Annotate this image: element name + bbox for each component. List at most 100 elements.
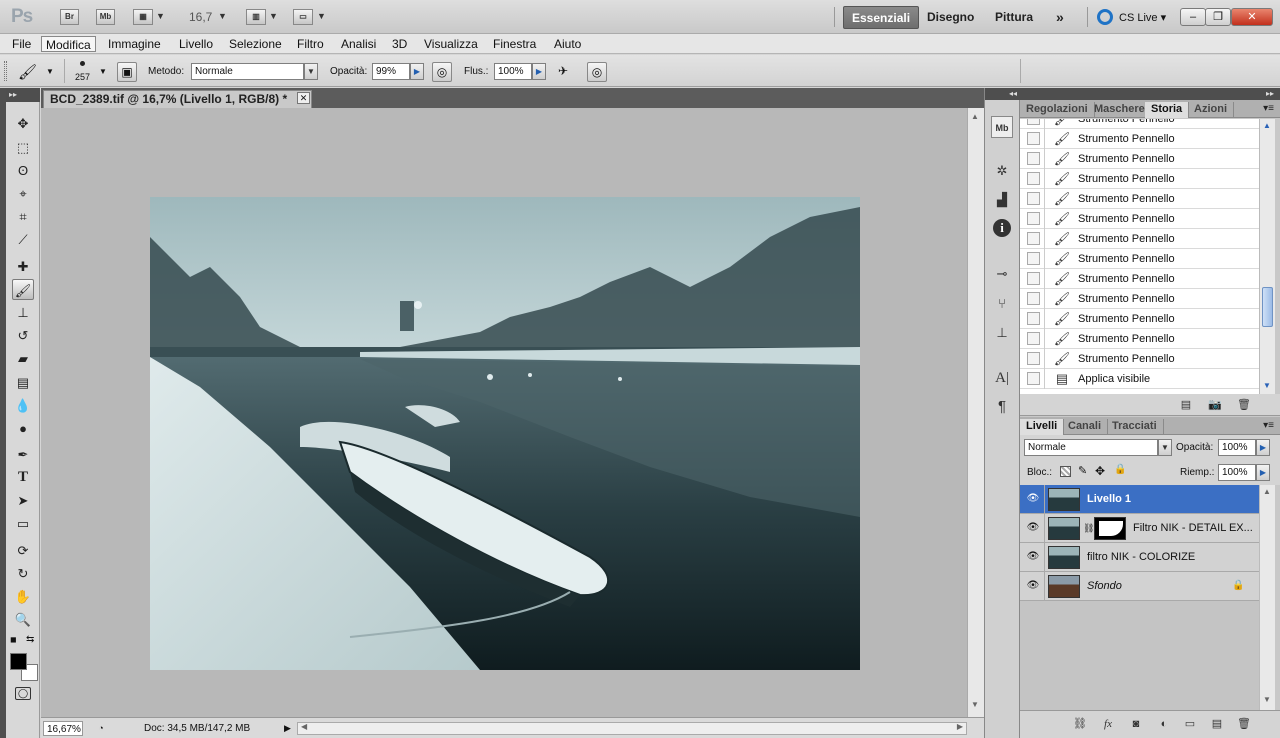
history-snapshot-checkbox[interactable] <box>1027 352 1040 365</box>
lock-all-icon[interactable]: 🔒 <box>1114 464 1126 475</box>
brush-panel-icon[interactable]: ⑂ <box>991 293 1013 315</box>
grip-handle[interactable] <box>4 61 7 81</box>
history-snapshot-checkbox[interactable] <box>1027 132 1040 145</box>
menu-file[interactable]: File <box>8 36 35 52</box>
brush-presets-panel-icon[interactable]: ⊸ <box>991 263 1013 285</box>
layer-row[interactable]: 👁 filtro NIK - COLORIZE <box>1020 543 1259 572</box>
hand-tool-icon[interactable]: ✋ <box>12 586 34 607</box>
history-item[interactable]: 🖌 Strumento Pennello <box>1020 309 1259 329</box>
layer-blend-mode-select[interactable]: Normale <box>1024 439 1158 456</box>
tool-preset-dropdown-icon[interactable]: ▼ <box>46 67 54 76</box>
history-snapshot-checkbox[interactable] <box>1027 312 1040 325</box>
shape-tool-icon[interactable]: ▭ <box>12 513 34 534</box>
foreground-color-swatch[interactable] <box>10 653 27 670</box>
opacity-slider-icon[interactable]: ▶ <box>410 63 424 80</box>
minimize-button[interactable]: – <box>1180 8 1206 26</box>
cslive-menu[interactable]: CS Live ▾ <box>1119 11 1166 24</box>
visibility-eye-icon[interactable]: 👁 <box>1026 551 1040 563</box>
menu-analisi[interactable]: Analisi <box>337 36 380 52</box>
tab-maschere[interactable]: Maschere <box>1088 102 1152 118</box>
clone-stamp-tool-icon[interactable]: ⊥ <box>12 302 34 323</box>
history-item[interactable]: 🖌 Strumento Pennello <box>1020 169 1259 189</box>
history-snapshot-checkbox[interactable] <box>1027 232 1040 245</box>
new-group-icon[interactable]: ▭ <box>1182 716 1198 732</box>
history-item[interactable]: 🖌 Strumento Pennello <box>1020 189 1259 209</box>
history-item[interactable]: 🖌 Strumento Pennello <box>1020 119 1259 129</box>
add-mask-icon[interactable]: ◙ <box>1128 716 1144 732</box>
tab-canali[interactable]: Canali <box>1062 419 1109 435</box>
3d-rotate-tool-icon[interactable]: ⟳ <box>12 540 34 561</box>
lock-transparency-icon[interactable] <box>1060 466 1071 477</box>
history-item[interactable]: 🖌 Strumento Pennello <box>1020 149 1259 169</box>
paragraph-panel-icon[interactable]: ¶ <box>991 396 1013 418</box>
scroll-left-icon[interactable]: ◀ <box>301 722 307 731</box>
histogram-panel-icon[interactable]: ▟ <box>991 189 1013 211</box>
fill-input[interactable]: 100% <box>1218 464 1256 481</box>
scroll-down-icon[interactable]: ▼ <box>1263 695 1271 704</box>
quick-mask-icon[interactable]: ◯ <box>15 687 31 700</box>
status-menu-icon[interactable]: ◔ <box>94 721 108 736</box>
flow-slider-icon[interactable]: ▶ <box>532 63 546 80</box>
opacity-input[interactable]: 99% <box>372 63 410 80</box>
menu-filtro[interactable]: Filtro <box>293 36 328 52</box>
view-extras-button[interactable]: ▦ <box>133 9 153 25</box>
lasso-tool-icon[interactable]: ʘ <box>12 160 34 181</box>
3d-orbit-tool-icon[interactable]: ↻ <box>12 563 34 584</box>
flow-input[interactable]: 100% <box>494 63 532 80</box>
history-item[interactable]: 🖌 Strumento Pennello <box>1020 269 1259 289</box>
menu-3d[interactable]: 3D <box>388 36 411 52</box>
delete-state-icon[interactable]: 🗑 <box>1236 397 1252 413</box>
history-snapshot-checkbox[interactable] <box>1027 152 1040 165</box>
character-panel-icon[interactable]: A| <box>991 367 1013 389</box>
history-item[interactable]: 🖌 Strumento Pennello <box>1020 289 1259 309</box>
history-scroll-thumb[interactable] <box>1262 287 1273 327</box>
history-item[interactable]: ▤ Applica visibile <box>1020 369 1259 389</box>
menu-finestra[interactable]: Finestra <box>489 36 540 52</box>
layer-name[interactable]: filtro NIK - COLORIZE <box>1087 543 1195 572</box>
history-item[interactable]: 🖌 Strumento Pennello <box>1020 229 1259 249</box>
tab-azioni[interactable]: Azioni <box>1188 102 1234 118</box>
history-snapshot-checkbox[interactable] <box>1027 119 1040 125</box>
scroll-down-icon[interactable]: ▼ <box>1263 381 1271 390</box>
close-button[interactable]: ✕ <box>1231 8 1273 26</box>
move-tool-icon[interactable]: ✥ <box>12 113 34 134</box>
launch-minibridge-button[interactable]: Mb <box>96 9 115 25</box>
view-extras-dropdown-icon[interactable]: ▼ <box>156 11 165 21</box>
tab-tracciati[interactable]: Tracciati <box>1106 419 1164 435</box>
visibility-eye-icon[interactable]: 👁 <box>1026 522 1040 534</box>
restore-button[interactable]: ❐ <box>1205 8 1231 26</box>
brush-picker-dropdown-icon[interactable]: ▼ <box>99 67 107 76</box>
info-panel-icon[interactable]: i <box>993 219 1011 237</box>
default-colors-icon[interactable]: ◼ <box>10 635 17 644</box>
history-snapshot-checkbox[interactable] <box>1027 172 1040 185</box>
menu-livello[interactable]: Livello <box>175 36 217 52</box>
eraser-tool-icon[interactable]: ▰ <box>12 348 34 369</box>
layer-row[interactable]: 👁 Livello 1 <box>1020 485 1259 514</box>
menu-visualizza[interactable]: Visualizza <box>420 36 482 52</box>
scroll-up-icon[interactable]: ▲ <box>1263 121 1271 130</box>
brush-panel-toggle-icon[interactable]: ▣ <box>117 62 137 82</box>
history-item[interactable]: 🖌 Strumento Pennello <box>1020 129 1259 149</box>
layer-style-icon[interactable]: fx <box>1100 716 1116 732</box>
gradient-tool-icon[interactable]: ▤ <box>12 372 34 393</box>
layer-opacity-input[interactable]: 100% <box>1218 439 1256 456</box>
brush-tip-icon[interactable] <box>80 61 85 66</box>
zoom-level[interactable]: 16,7 <box>189 10 212 24</box>
new-document-from-state-icon[interactable]: ▤ <box>1178 397 1194 413</box>
history-snapshot-checkbox[interactable] <box>1027 332 1040 345</box>
layer-name[interactable]: Filtro NIK - DETAIL EX... <box>1133 514 1253 543</box>
workspace-pittura[interactable]: Pittura <box>987 6 1041 29</box>
clone-source-panel-icon[interactable]: ⊥ <box>991 322 1013 344</box>
launch-bridge-button[interactable]: Br <box>60 9 79 25</box>
document-close-icon[interactable]: ✕ <box>297 92 310 104</box>
tab-livelli[interactable]: Livelli <box>1020 419 1065 435</box>
tool-preset-brush-icon[interactable]: 🖌 <box>18 63 37 81</box>
zoom-dropdown-icon[interactable]: ▼ <box>218 11 227 21</box>
navigator-panel-icon[interactable]: ✲ <box>991 160 1013 182</box>
fill-slider-icon[interactable]: ▶ <box>1256 464 1270 481</box>
layer-row[interactable]: 👁 ⛓ Filtro NIK - DETAIL EX... <box>1020 514 1259 543</box>
blend-mode-select[interactable]: Normale <box>191 63 304 80</box>
delete-layer-icon[interactable]: 🗑 <box>1236 716 1252 732</box>
layer-name[interactable]: Livello 1 <box>1087 485 1131 514</box>
history-snapshot-checkbox[interactable] <box>1027 212 1040 225</box>
